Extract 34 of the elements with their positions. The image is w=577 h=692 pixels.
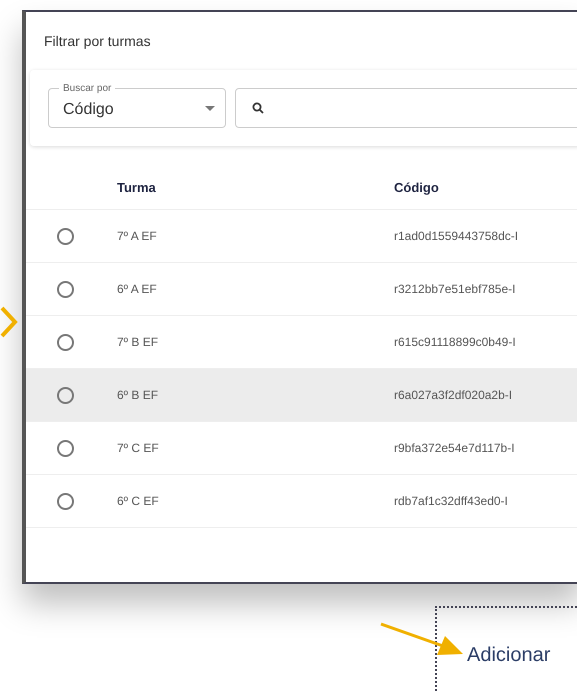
search-field[interactable] bbox=[235, 88, 577, 128]
search-icon bbox=[252, 102, 264, 114]
radio-button[interactable] bbox=[57, 440, 74, 456]
table-cell-text: 6º B EF bbox=[117, 387, 160, 404]
table-row[interactable]: 7º C EF r9bfa372e54e7d117b-I bbox=[26, 422, 577, 475]
table-cell-text: r6a027a3f2df020a2b-I bbox=[394, 387, 512, 404]
column-header: Código bbox=[394, 178, 439, 197]
table-cell-text: 7º C EF bbox=[117, 440, 160, 457]
table-cell-text: 7º A EF bbox=[117, 228, 158, 245]
table-row[interactable]: 6º B EF r6a027a3f2df020a2b-I bbox=[26, 369, 577, 422]
radio-button[interactable] bbox=[57, 280, 74, 298]
table-cell-text: rdb7af1c32dff43ed0-I bbox=[394, 493, 508, 510]
select-label: Buscar por bbox=[59, 81, 116, 96]
table-row[interactable]: 7º A EF r1ad0d1559443758dc-I bbox=[26, 210, 577, 263]
table-row[interactable]: 6º A EF r3212bb7e51ebf785e-I bbox=[26, 263, 577, 316]
add-button[interactable]: Adicionar bbox=[467, 640, 550, 670]
table-row[interactable]: 7º B EF r615c91118899c0b49-I bbox=[26, 316, 577, 369]
radio-button[interactable] bbox=[57, 228, 74, 244]
table-cell-text: r615c91118899c0b49-I bbox=[394, 334, 516, 351]
table-cell-text: r3212bb7e51ebf785e-I bbox=[394, 281, 516, 298]
table-cell-text: r1ad0d1559443758dc-I bbox=[394, 228, 518, 245]
radio-button[interactable] bbox=[57, 334, 74, 350]
column-header: Turma bbox=[117, 178, 157, 197]
radio-button[interactable] bbox=[57, 386, 74, 404]
radio-button[interactable] bbox=[57, 492, 74, 510]
table-row[interactable]: 6º C EF rdb7af1c32dff43ed0-I bbox=[26, 475, 577, 528]
table-cell-text: r9bfa372e54e7d117b-I bbox=[394, 440, 515, 457]
dialog-title: Filtrar por turmas bbox=[44, 32, 151, 51]
pointer-arrow-icon bbox=[379, 622, 465, 656]
caret-icon bbox=[205, 106, 215, 110]
select-value: Código bbox=[63, 100, 114, 120]
table-cell-text: 6º C EF bbox=[117, 493, 160, 510]
table-cell-text: 7º B EF bbox=[117, 334, 160, 351]
table-cell-text: 6º A EF bbox=[117, 281, 158, 298]
